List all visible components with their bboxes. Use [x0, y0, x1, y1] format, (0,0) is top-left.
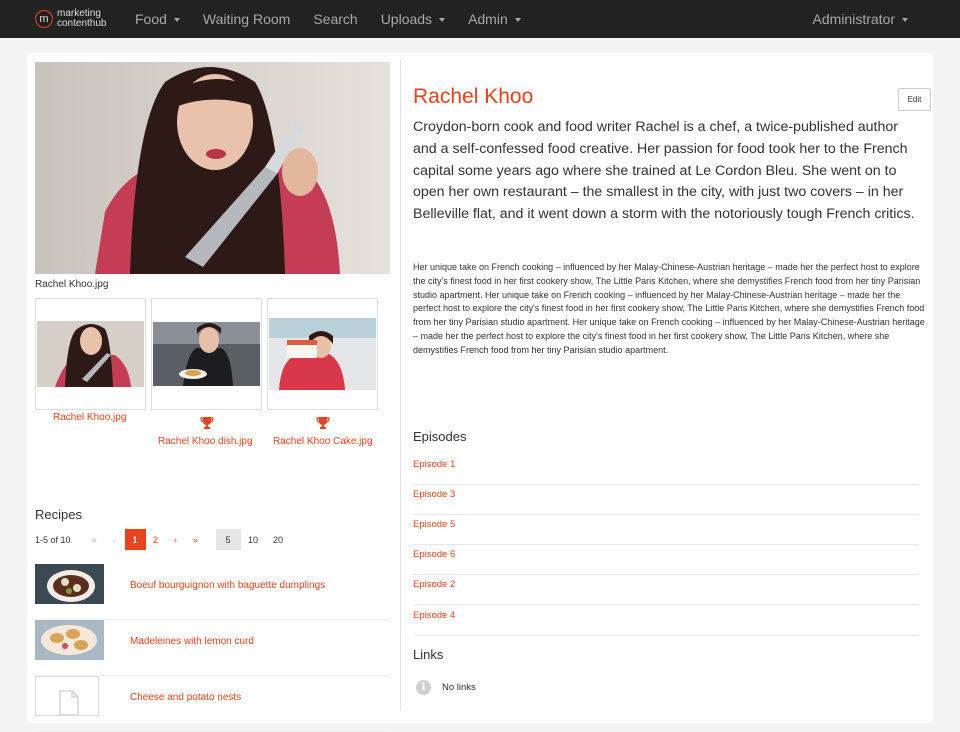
- thumb-dish-icon: [153, 322, 260, 386]
- recipe-title[interactable]: Boeuf bourguignon with baguette dumpling…: [130, 580, 325, 591]
- recipe-row[interactable]: Madeleines with lemon curd: [35, 620, 389, 676]
- page-title: Rachel Khoo: [413, 85, 534, 108]
- brand-line-2: contenthub: [57, 18, 107, 29]
- recipe-image-placeholder: [35, 676, 99, 716]
- caret-down-icon: [902, 17, 908, 22]
- recipe-row[interactable]: Boeuf bourguignon with baguette dumpling…: [35, 564, 389, 620]
- caret-down-icon: [173, 17, 180, 22]
- main-image-caption: Rachel Khoo.jpg: [35, 279, 109, 290]
- recipe-title[interactable]: Madeleines with lemon curd: [130, 636, 254, 647]
- recipe-image-bourguignon: [35, 564, 104, 604]
- trophy-icon: [316, 417, 330, 429]
- thumbnail-3-label[interactable]: Rachel Khoo Cake.jpg: [273, 436, 373, 447]
- brand-logo-link[interactable]: m marketing contenthub: [35, 9, 135, 29]
- nav-search-label: Search: [313, 11, 358, 27]
- brand-name: marketing contenthub: [57, 9, 107, 29]
- edit-button[interactable]: Edit: [898, 88, 931, 111]
- bio-body: Her unique take on French cooking – infl…: [413, 262, 925, 355]
- column-divider: [400, 60, 401, 710]
- nav-uploads-menu[interactable]: Uploads: [380, 11, 446, 27]
- recipes-pager: 1-5 of 10 « ‹ 1 2 › » 5 10 20: [35, 529, 291, 550]
- info-icon: i: [416, 680, 431, 695]
- user-menu[interactable]: Administrator: [813, 11, 908, 27]
- nav-food-label: Food: [135, 11, 167, 27]
- dish-photo-icon: [35, 564, 104, 604]
- bio-lead: Croydon-born cook and food writer Rachel…: [413, 119, 915, 223]
- nav-food-menu[interactable]: Food: [135, 11, 180, 27]
- thumb-portrait-icon: [37, 321, 144, 387]
- pager-page-1[interactable]: 1: [124, 529, 146, 550]
- pager-page-2[interactable]: 2: [146, 529, 166, 550]
- main-portrait-image[interactable]: [35, 62, 390, 274]
- recipe-image-madeleines: [35, 620, 104, 660]
- caret-down-icon: [514, 17, 521, 22]
- episode-link[interactable]: Episode 4: [413, 606, 919, 636]
- nav-waiting-room-label: Waiting Room: [202, 11, 291, 27]
- thumbnail-3[interactable]: [267, 298, 378, 410]
- thumbnail-2[interactable]: [151, 298, 262, 410]
- pager-next-button[interactable]: ›: [166, 529, 186, 550]
- episodes-heading: Episodes: [413, 429, 467, 444]
- no-links-text: No links: [442, 682, 476, 693]
- brand-mark-icon: m: [35, 10, 53, 28]
- thumbnail-1[interactable]: [35, 298, 146, 410]
- file-placeholder-icon: [59, 690, 79, 715]
- page-size-10[interactable]: 10: [241, 529, 266, 550]
- recipes-count: 1-5 of 10: [35, 534, 71, 545]
- links-heading: Links: [413, 647, 444, 662]
- nav-search[interactable]: Search: [313, 11, 357, 27]
- top-navbar: m marketing contenthub Food Waiting Room…: [0, 0, 960, 38]
- episode-link[interactable]: Episode 5: [413, 515, 919, 545]
- episode-link[interactable]: Episode 1: [413, 455, 919, 485]
- nav-waiting-room[interactable]: Waiting Room: [203, 11, 290, 27]
- nav-uploads-label: Uploads: [380, 11, 433, 27]
- episode-link[interactable]: Episode 3: [413, 485, 919, 515]
- recipe-row[interactable]: Cheese and potato nests: [35, 676, 389, 732]
- pager-prev-button[interactable]: ‹: [105, 529, 125, 550]
- thumb-cake-icon: [269, 318, 376, 390]
- user-name: Administrator: [812, 11, 895, 27]
- nav-admin-label: Admin: [468, 11, 508, 27]
- pager-last-button[interactable]: »: [186, 529, 206, 550]
- thumbnail-1-label[interactable]: Rachel Khoo.jpg: [53, 412, 126, 423]
- episode-link[interactable]: Episode 6: [413, 545, 919, 575]
- thumbnail-2-label[interactable]: Rachel Khoo dish.jpg: [158, 436, 253, 447]
- pager-first-button[interactable]: «: [85, 529, 105, 550]
- trophy-icon: [200, 417, 214, 429]
- portrait-photo-icon: [35, 62, 390, 274]
- recipes-heading: Recipes: [35, 507, 82, 522]
- caret-down-icon: [439, 17, 446, 22]
- dish-photo-icon: [35, 620, 104, 660]
- page-size-5[interactable]: 5: [215, 529, 241, 550]
- recipe-title[interactable]: Cheese and potato nests: [130, 692, 241, 703]
- page-size-20[interactable]: 20: [266, 529, 291, 550]
- nav-admin-menu[interactable]: Admin: [468, 11, 521, 27]
- episode-link[interactable]: Episode 2: [413, 575, 919, 605]
